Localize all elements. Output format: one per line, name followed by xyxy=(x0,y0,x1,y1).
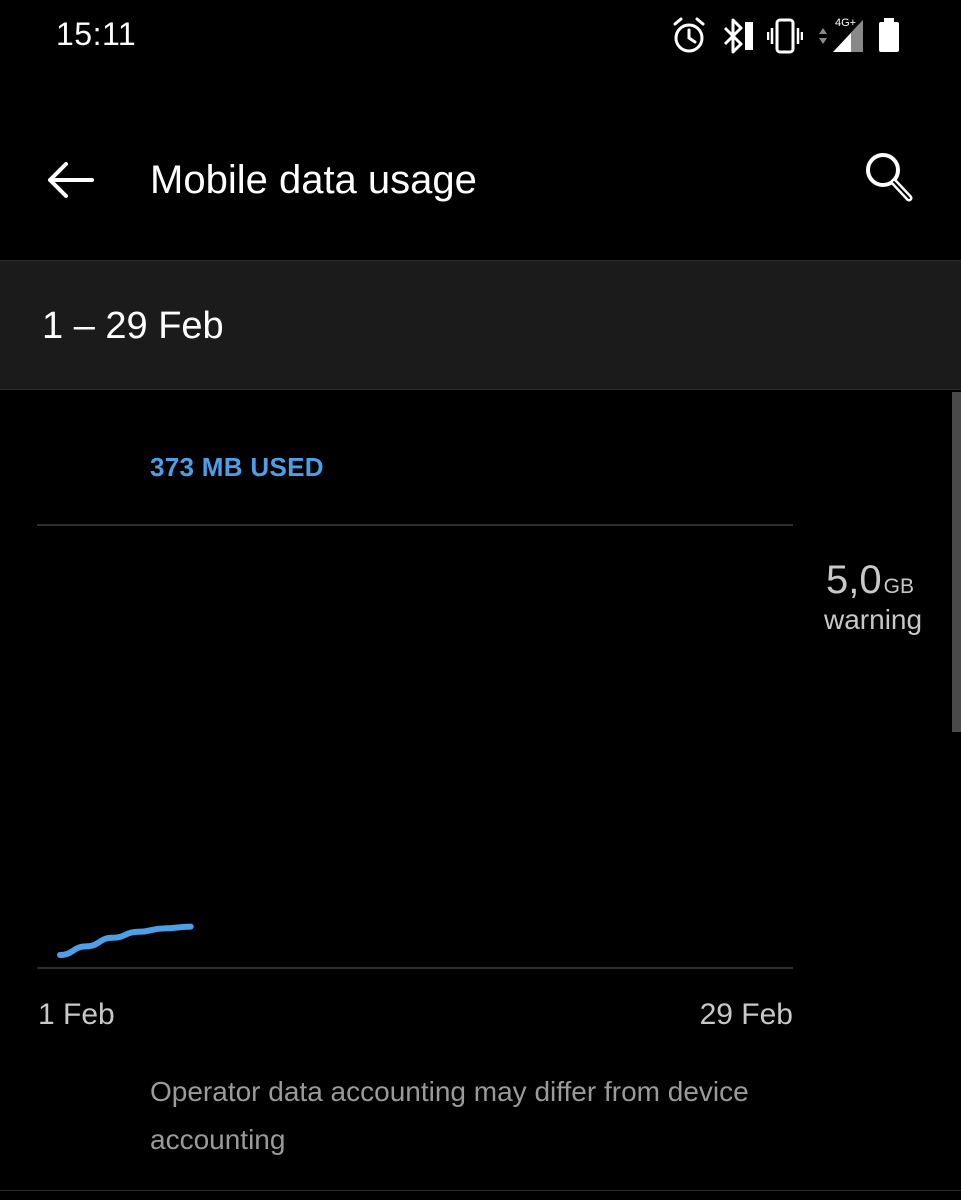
vibrate-icon xyxy=(767,18,803,54)
billing-period-label: 1 – 29 Feb xyxy=(42,305,224,347)
app-bar: Mobile data usage xyxy=(0,80,961,260)
warning-limit-label: warning xyxy=(824,604,923,635)
status-bar: 15:11 4G+ xyxy=(0,0,961,80)
usage-summary: 373 MB USED xyxy=(150,452,324,482)
arrow-left-icon xyxy=(48,162,94,198)
search-icon xyxy=(866,153,913,202)
search-button[interactable] xyxy=(859,148,923,212)
series-layer xyxy=(57,923,194,958)
back-button[interactable] xyxy=(40,152,104,208)
usage-chart xyxy=(37,524,793,969)
operator-disclaimer: Operator data accounting may differ from… xyxy=(150,1076,749,1155)
signal-icon: 4G+ xyxy=(819,17,863,52)
status-icons: 4G+ xyxy=(671,16,911,56)
divider xyxy=(0,1190,961,1191)
x-axis-start-label: 1 Feb xyxy=(38,998,115,1031)
warning-limit-value[interactable]: 5,0GB xyxy=(826,558,914,603)
warning-limit-unit: GB xyxy=(883,575,914,598)
page-title: Mobile data usage xyxy=(150,158,477,202)
network-type-label: 4G+ xyxy=(835,17,856,29)
x-axis-end-label: 29 Feb xyxy=(699,998,793,1031)
scrollbar[interactable] xyxy=(952,392,961,732)
bluetooth-icon xyxy=(723,18,753,54)
alarm-icon xyxy=(673,17,705,53)
warning-limit-number: 5,0 xyxy=(826,558,882,602)
battery-icon xyxy=(879,18,899,52)
billing-period-selector[interactable]: 1 – 29 Feb xyxy=(0,260,961,390)
usage-series-line xyxy=(57,923,194,958)
clock: 15:11 xyxy=(56,16,137,52)
